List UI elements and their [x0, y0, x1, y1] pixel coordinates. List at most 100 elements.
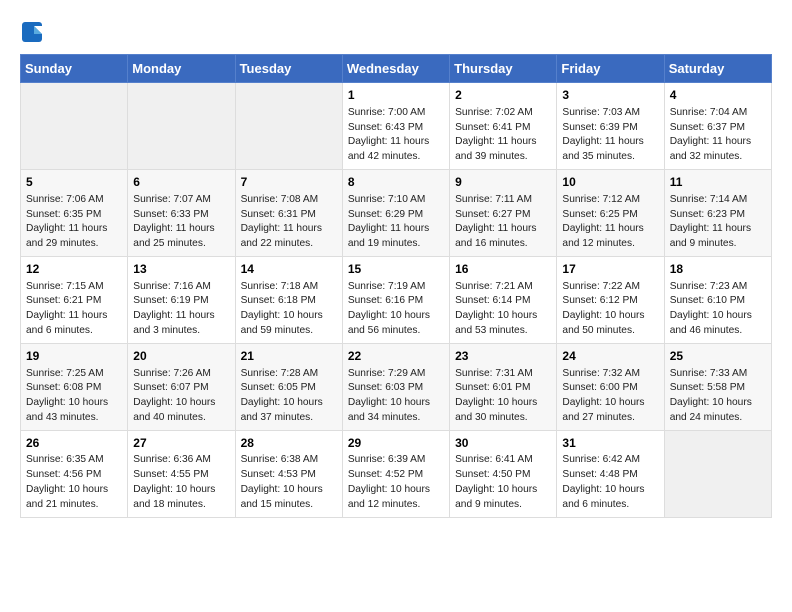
- day-number: 30: [455, 435, 551, 452]
- col-header-friday: Friday: [557, 55, 664, 83]
- day-number: 8: [348, 174, 444, 191]
- calendar-cell: 22 Sunrise: 7:29 AM Sunset: 6:03 PM Dayli…: [342, 343, 449, 430]
- day-info: Sunrise: 7:21 AM Sunset: 6:14 PM Dayligh…: [455, 280, 551, 339]
- day-info: Sunrise: 6:36 AM Sunset: 4:55 PM Dayligh…: [133, 453, 229, 512]
- day-info: Sunrise: 6:41 AM Sunset: 4:50 PM Dayligh…: [455, 453, 551, 512]
- calendar-cell: 13 Sunrise: 7:16 AM Sunset: 6:19 PM Dayli…: [128, 256, 235, 343]
- calendar-cell: 3Sunrise: 7:03 AM Sunset: 6:39 PM Daylig…: [557, 83, 664, 170]
- day-info: Sunrise: 7:12 AM Sunset: 6:25 PM Dayligh…: [562, 193, 658, 252]
- col-header-sunday: Sunday: [21, 55, 128, 83]
- day-number: 13: [133, 261, 229, 278]
- day-number: 16: [455, 261, 551, 278]
- day-info: Sunrise: 7:06 AM Sunset: 6:35 PM Dayligh…: [26, 193, 122, 252]
- col-header-monday: Monday: [128, 55, 235, 83]
- day-number: 31: [562, 435, 658, 452]
- day-info: Sunrise: 7:31 AM Sunset: 6:01 PM Dayligh…: [455, 367, 551, 426]
- day-number: 20: [133, 348, 229, 365]
- calendar-cell: [664, 430, 771, 517]
- day-number: 27: [133, 435, 229, 452]
- day-number: 29: [348, 435, 444, 452]
- day-number: 18: [670, 261, 766, 278]
- calendar-cell: 2 Sunrise: 7:02 AM Sunset: 6:41 PM Daylig…: [450, 83, 557, 170]
- calendar-cell: 25 Sunrise: 7:33 AM Sunset: 5:58 PM Dayli…: [664, 343, 771, 430]
- day-number: 7: [241, 174, 337, 191]
- day-number: 9: [455, 174, 551, 191]
- day-number: 19: [26, 348, 122, 365]
- day-info: Sunrise: 7:28 AM Sunset: 6:05 PM Dayligh…: [241, 367, 337, 426]
- day-number: 17: [562, 261, 658, 278]
- calendar-week-4: 26Sunrise: 6:35 AM Sunset: 4:56 PM Dayli…: [21, 430, 772, 517]
- day-number: 10: [562, 174, 658, 191]
- calendar-cell: 19 Sunrise: 7:25 AM Sunset: 6:08 PM Dayli…: [21, 343, 128, 430]
- day-info: Sunrise: 7:16 AM Sunset: 6:19 PM Dayligh…: [133, 280, 229, 339]
- day-info: Sunrise: 7:29 AM Sunset: 6:03 PM Dayligh…: [348, 367, 444, 426]
- day-info: Sunrise: 7:32 AM Sunset: 6:00 PM Dayligh…: [562, 367, 658, 426]
- page-header: [20, 20, 772, 44]
- day-info: Sunrise: 7:25 AM Sunset: 6:08 PM Dayligh…: [26, 367, 122, 426]
- calendar-cell: 26Sunrise: 6:35 AM Sunset: 4:56 PM Dayli…: [21, 430, 128, 517]
- calendar-cell: 18 Sunrise: 7:23 AM Sunset: 6:10 PM Dayli…: [664, 256, 771, 343]
- calendar-week-0: 1 Sunrise: 7:00 AM Sunset: 6:43 PM Daylig…: [21, 83, 772, 170]
- calendar-cell: 21 Sunrise: 7:28 AM Sunset: 6:05 PM Dayli…: [235, 343, 342, 430]
- day-number: 24: [562, 348, 658, 365]
- col-header-tuesday: Tuesday: [235, 55, 342, 83]
- calendar-cell: 23 Sunrise: 7:31 AM Sunset: 6:01 PM Dayli…: [450, 343, 557, 430]
- day-info: Sunrise: 7:11 AM Sunset: 6:27 PM Dayligh…: [455, 193, 551, 252]
- day-number: 22: [348, 348, 444, 365]
- calendar-cell: 30Sunrise: 6:41 AM Sunset: 4:50 PM Dayli…: [450, 430, 557, 517]
- day-number: 26: [26, 435, 122, 452]
- logo-icon: [20, 20, 44, 44]
- day-number: 23: [455, 348, 551, 365]
- calendar-cell: [128, 83, 235, 170]
- day-number: 12: [26, 261, 122, 278]
- day-number: 25: [670, 348, 766, 365]
- day-info: Sunrise: 7:26 AM Sunset: 6:07 PM Dayligh…: [133, 367, 229, 426]
- calendar-cell: 20 Sunrise: 7:26 AM Sunset: 6:07 PM Dayli…: [128, 343, 235, 430]
- day-info: Sunrise: 6:39 AM Sunset: 4:52 PM Dayligh…: [348, 453, 444, 512]
- calendar-cell: 9 Sunrise: 7:11 AM Sunset: 6:27 PM Daylig…: [450, 169, 557, 256]
- day-info: Sunrise: 7:18 AM Sunset: 6:18 PM Dayligh…: [241, 280, 337, 339]
- calendar-cell: 12Sunrise: 7:15 AM Sunset: 6:21 PM Dayli…: [21, 256, 128, 343]
- day-number: 21: [241, 348, 337, 365]
- day-number: 2: [455, 87, 551, 104]
- calendar-cell: 15Sunrise: 7:19 AM Sunset: 6:16 PM Dayli…: [342, 256, 449, 343]
- calendar-cell: [21, 83, 128, 170]
- day-info: Sunrise: 6:42 AM Sunset: 4:48 PM Dayligh…: [562, 453, 658, 512]
- day-info: Sunrise: 7:02 AM Sunset: 6:41 PM Dayligh…: [455, 106, 551, 165]
- calendar-cell: 31Sunrise: 6:42 AM Sunset: 4:48 PM Dayli…: [557, 430, 664, 517]
- calendar-table: SundayMondayTuesdayWednesdayThursdayFrid…: [20, 54, 772, 518]
- col-header-thursday: Thursday: [450, 55, 557, 83]
- calendar-cell: 5Sunrise: 7:06 AM Sunset: 6:35 PM Daylig…: [21, 169, 128, 256]
- day-info: Sunrise: 7:33 AM Sunset: 5:58 PM Dayligh…: [670, 367, 766, 426]
- day-info: Sunrise: 7:07 AM Sunset: 6:33 PM Dayligh…: [133, 193, 229, 252]
- calendar-cell: 27Sunrise: 6:36 AM Sunset: 4:55 PM Dayli…: [128, 430, 235, 517]
- day-number: 14: [241, 261, 337, 278]
- day-number: 1: [348, 87, 444, 104]
- calendar-week-3: 19 Sunrise: 7:25 AM Sunset: 6:08 PM Dayli…: [21, 343, 772, 430]
- calendar-week-1: 5Sunrise: 7:06 AM Sunset: 6:35 PM Daylig…: [21, 169, 772, 256]
- day-info: Sunrise: 6:35 AM Sunset: 4:56 PM Dayligh…: [26, 453, 122, 512]
- day-info: Sunrise: 7:03 AM Sunset: 6:39 PM Dayligh…: [562, 106, 658, 165]
- calendar-cell: 24 Sunrise: 7:32 AM Sunset: 6:00 PM Dayli…: [557, 343, 664, 430]
- day-info: Sunrise: 7:10 AM Sunset: 6:29 PM Dayligh…: [348, 193, 444, 252]
- calendar-cell: 28Sunrise: 6:38 AM Sunset: 4:53 PM Dayli…: [235, 430, 342, 517]
- day-info: Sunrise: 7:04 AM Sunset: 6:37 PM Dayligh…: [670, 106, 766, 165]
- col-header-wednesday: Wednesday: [342, 55, 449, 83]
- day-number: 4: [670, 87, 766, 104]
- calendar-cell: 10 Sunrise: 7:12 AM Sunset: 6:25 PM Dayli…: [557, 169, 664, 256]
- logo: [20, 20, 48, 44]
- calendar-cell: 17 Sunrise: 7:22 AM Sunset: 6:12 PM Dayli…: [557, 256, 664, 343]
- day-number: 6: [133, 174, 229, 191]
- day-number: 11: [670, 174, 766, 191]
- day-number: 28: [241, 435, 337, 452]
- calendar-cell: 1 Sunrise: 7:00 AM Sunset: 6:43 PM Daylig…: [342, 83, 449, 170]
- calendar-cell: 29Sunrise: 6:39 AM Sunset: 4:52 PM Dayli…: [342, 430, 449, 517]
- day-info: Sunrise: 7:00 AM Sunset: 6:43 PM Dayligh…: [348, 106, 444, 165]
- day-info: Sunrise: 7:19 AM Sunset: 6:16 PM Dayligh…: [348, 280, 444, 339]
- day-info: Sunrise: 7:14 AM Sunset: 6:23 PM Dayligh…: [670, 193, 766, 252]
- day-info: Sunrise: 7:22 AM Sunset: 6:12 PM Dayligh…: [562, 280, 658, 339]
- day-info: Sunrise: 7:23 AM Sunset: 6:10 PM Dayligh…: [670, 280, 766, 339]
- calendar-cell: 16 Sunrise: 7:21 AM Sunset: 6:14 PM Dayli…: [450, 256, 557, 343]
- calendar-cell: 4 Sunrise: 7:04 AM Sunset: 6:37 PM Daylig…: [664, 83, 771, 170]
- calendar-cell: 7Sunrise: 7:08 AM Sunset: 6:31 PM Daylig…: [235, 169, 342, 256]
